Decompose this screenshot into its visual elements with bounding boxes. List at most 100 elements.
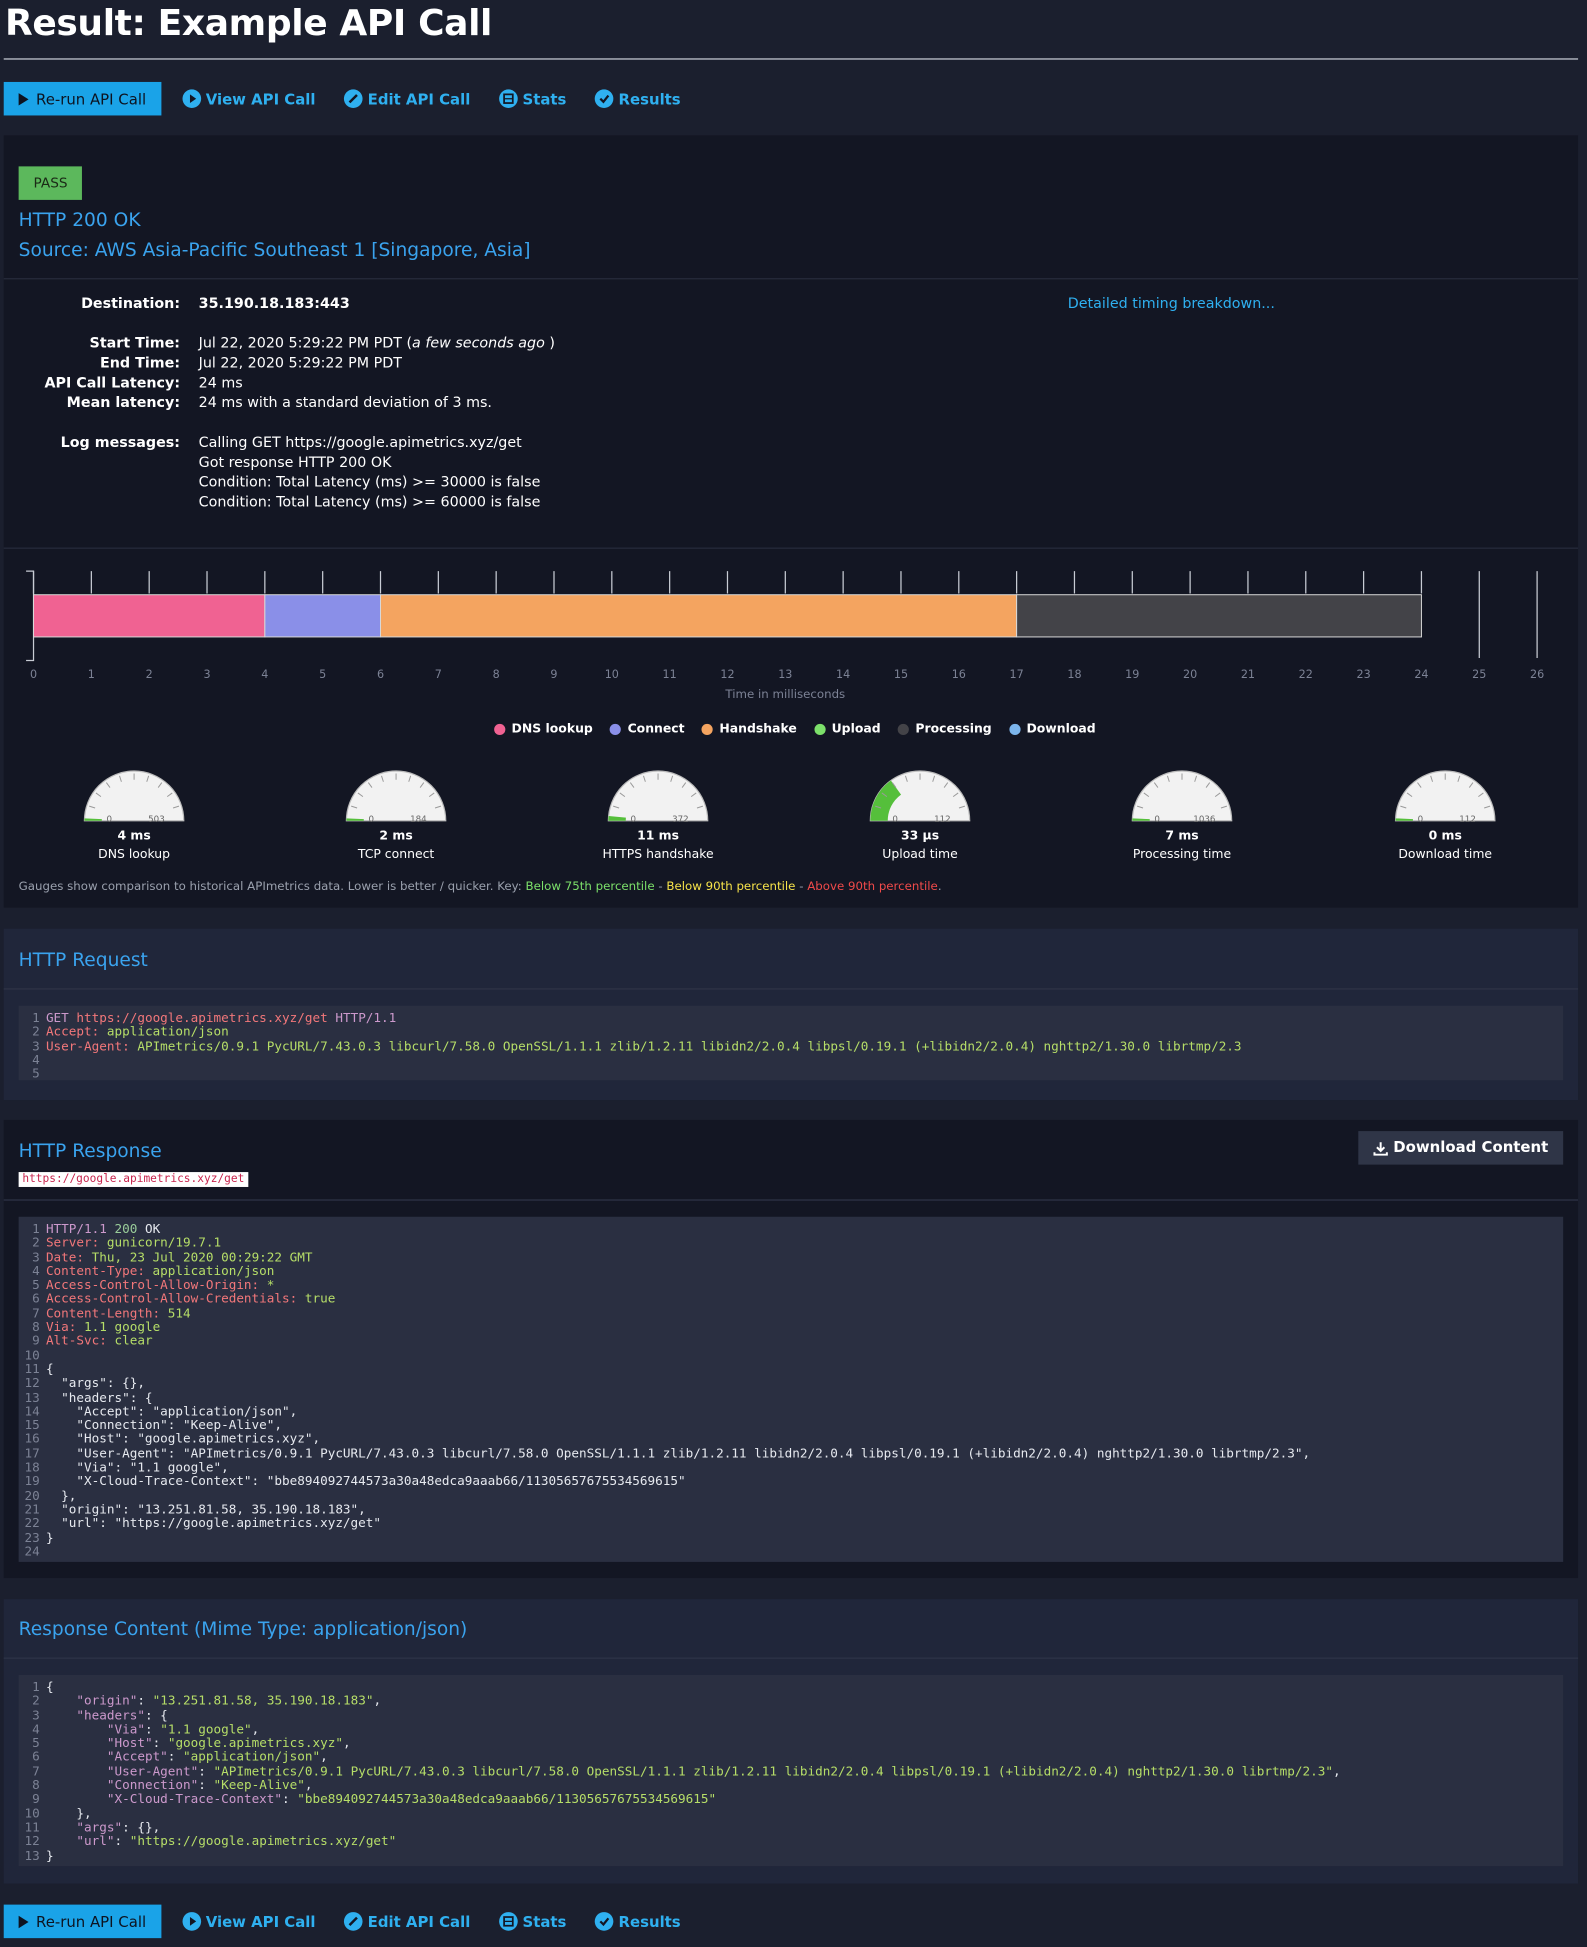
legend-processing[interactable]: Processing [898,723,992,736]
view-api-call-link[interactable]: View API Call [182,1912,316,1931]
legend-download[interactable]: Download [1009,723,1096,736]
destination-label: Destination: [81,294,181,312]
results-link[interactable]: Results [594,1912,681,1931]
result-summary-panel: PASS HTTP 200 OK Source: AWS Asia-Pacifi… [3,135,1579,908]
tick-label: 8 [493,668,500,681]
divider [3,278,1579,280]
edit-api-call-link[interactable]: Edit API Call [344,89,470,109]
source-location: Source: AWS Asia-Pacific Southeast 1 [Si… [18,238,531,261]
divider [3,1199,1579,1201]
bar-dns-lookup [33,594,266,638]
gauge-max: 372 [672,815,689,825]
results-icon [594,89,614,109]
mean-latency-label: Mean latency: [66,393,181,411]
gauge-value: 2 ms [379,829,413,844]
tick-label: 9 [550,668,557,681]
stats-link[interactable]: Stats [498,89,566,109]
gauge-label: TCP connect [357,848,435,862]
gauge-dns-lookup: 0 503 4 ms DNS lookup [60,766,209,862]
action-bar-top: Re-run API Call View API Call Edit API C… [3,81,710,116]
mean-latency-value: 24 ms with a standard deviation of 3 ms. [198,393,492,411]
page: Result: Example API Call Re-run API Call… [0,0,1587,1947]
gauge-max: 184 [410,815,427,825]
log-messages-label: Log messages: [60,433,181,451]
legend-handshake[interactable]: Handshake [701,723,797,736]
results-icon [594,1912,614,1931]
bar-processing [1016,594,1422,638]
latency-value: 24 ms [198,373,243,392]
rerun-button[interactable]: Re-run API Call [3,1904,162,1939]
tick-label: 20 [1183,668,1197,681]
tick-label: 7 [435,668,442,681]
tick-label: 3 [203,668,210,681]
tick-label: 11 [663,668,677,681]
gauge-dial: 0 112 [869,770,971,825]
response-content-title: Response Content (Mime Type: application… [18,1617,468,1641]
http-request-title: HTTP Request [18,948,148,971]
bar-handshake [380,594,1018,638]
divider [3,1657,1579,1659]
tick-label: 14 [836,668,850,681]
http-response-section: HTTP Response Download Content https://g… [3,1119,1579,1579]
latency-label: API Call Latency: [44,373,181,392]
response-content-section: Response Content (Mime Type: application… [3,1599,1579,1884]
gauge-min: 0 [1418,815,1424,825]
http-response-title: HTTP Response [18,1139,162,1163]
gauge-value: 4 ms [117,829,151,844]
page-title: Result: Example API Call [4,1,493,44]
stats-icon [498,89,518,109]
results-link[interactable]: Results [594,89,681,109]
gauge-value: 11 ms [637,829,680,844]
tick-label: 26 [1530,668,1544,681]
stats-icon [498,1912,518,1931]
edit-api-call-link[interactable]: Edit API Call [344,1912,470,1931]
status-badge: PASS [18,166,83,200]
title-divider [3,58,1579,60]
gauge-https-handshake: 0 372 11 ms HTTPS handshake [584,766,733,862]
divider [3,988,1579,990]
start-time-value: Jul 22, 2020 5:29:22 PM PDT (a few secon… [198,333,555,352]
rerun-button[interactable]: Re-run API Call [3,81,162,116]
play-circle-icon [182,89,201,109]
log-message: Got response HTTP 200 OK [198,453,392,471]
http-request-section: HTTP Request 1 GET https://google.apimetr… [3,928,1579,1101]
legend-upload[interactable]: Upload [814,723,881,736]
gauge-download-time: 0 112 0 ms Download time [1371,766,1520,862]
legend-connect[interactable]: Connect [610,723,685,736]
detailed-timing-link[interactable]: Detailed timing breakdown... [1068,294,1275,311]
gauge-upload-time: 0 112 33 µs Upload time [846,766,995,862]
tick-label: 12 [720,668,734,681]
gauge-value: 0 ms [1428,829,1462,844]
gauge-max: 1036 [1193,815,1215,825]
gauge-dial: 0 184 [345,770,447,825]
stats-link[interactable]: Stats [498,1912,566,1931]
chart-legend: DNS lookup Connect Handshake Upload Proc… [494,723,1113,736]
edit-icon [344,89,363,109]
divider [3,547,1579,549]
legend-dot [814,723,826,736]
tick-label: 13 [778,668,792,681]
destination-value: 35.190.18.183:443 [198,294,350,312]
legend-dot [494,723,506,736]
tick-label: 16 [952,668,966,681]
gauge-max: 112 [934,815,951,825]
download-content-button[interactable]: Download Content [1358,1131,1564,1165]
tick-label: 18 [1067,668,1081,681]
legend-dns[interactable]: DNS lookup [494,723,593,736]
action-bar-bottom: Re-run API Call View API Call Edit API C… [3,1904,710,1939]
legend-dot [610,723,622,736]
tick-label: 23 [1357,668,1371,681]
play-icon [18,1915,29,1928]
legend-dot [1009,723,1021,736]
gauge-min: 0 [892,815,898,825]
gauge-value: 33 µs [900,829,940,844]
request-code-block: 1 GET https://google.apimetrics.xyz/get H… [18,1005,1564,1082]
gauge-max: 503 [148,815,165,825]
tick-label: 10 [605,668,619,681]
gauge-min: 0 [1154,815,1160,825]
gauge-max: 112 [1459,815,1476,825]
tick-label: 19 [1125,668,1139,681]
response-code-block: 1 HTTP/1.1 200 OK 2 Server: gunicorn/19.7.… [18,1216,1564,1562]
view-api-call-link[interactable]: View API Call [182,89,316,109]
timing-chart: 0 1 2 3 4 5 6 7 8 9 10 11 12 13 14 15 16 17 18 19 20 21 22 23 24… [26,570,1544,701]
